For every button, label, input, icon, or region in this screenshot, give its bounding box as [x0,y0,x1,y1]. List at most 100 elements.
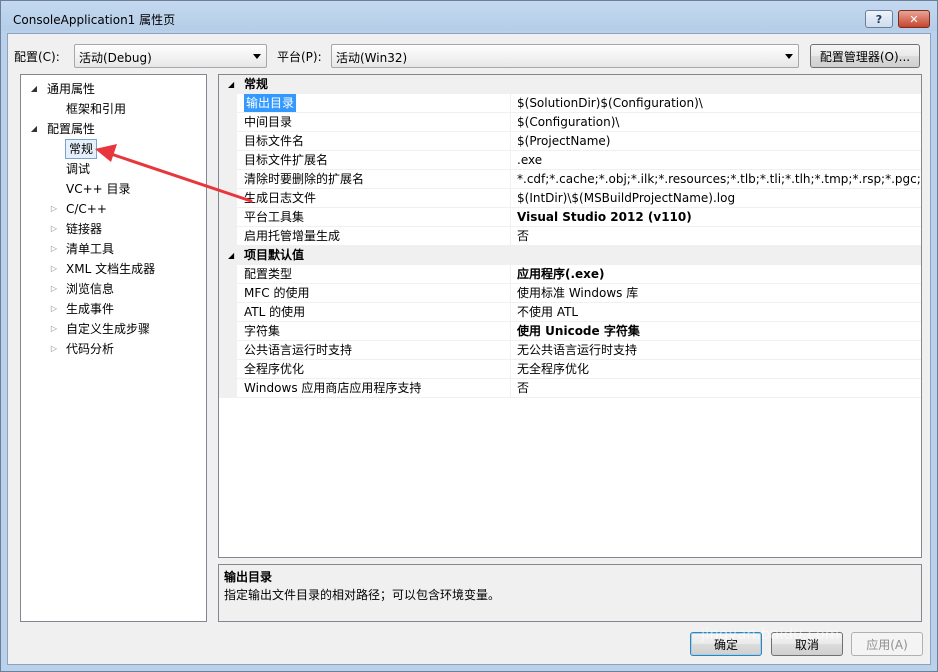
property-value[interactable]: 无全程序优化 [510,360,921,379]
tree-item-label: 调试 [66,162,91,176]
property-name: 全程序优化 [244,362,305,376]
collapse-arrow-icon[interactable]: ◢ [228,75,234,94]
collapse-arrow-icon[interactable]: ◢ [29,80,39,98]
property-row[interactable]: MFC 的使用 使用标准 Windows 库 [219,284,921,303]
apply-button[interactable]: 应用(A) [851,632,923,656]
close-button[interactable]: ✕ [898,10,930,28]
description-panel: 输出目录 指定输出文件目录的相对路径；可以包含环境变量。 [218,564,922,622]
property-name: ATL 的使用 [244,305,306,319]
property-row[interactable]: 平台工具集 Visual Studio 2012 (v110) [219,208,921,227]
row-gutter [219,113,237,132]
property-value[interactable]: 无公共语言运行时支持 [510,341,921,360]
properties-dialog: ConsoleApplication1 属性页 ? ✕ 配置(C): 活动(De… [0,0,938,672]
property-name: 配置类型 [244,267,293,281]
cancel-button[interactable]: 取消 [771,632,843,656]
property-grid[interactable]: ◢ 常规 输出目录 $(SolutionDir)$(Configuration)\ 中间… [218,74,922,558]
property-name: 平台工具集 [244,210,305,224]
expand-arrow-icon[interactable]: ▷ [49,300,59,318]
tree-item-label: 自定义生成步骤 [66,322,151,336]
property-value[interactable]: $(ProjectName) [510,132,921,151]
grid-category-title: 项目默认值 [244,248,305,262]
property-row[interactable]: 字符集 使用 Unicode 字符集 [219,322,921,341]
property-row[interactable]: 目标文件扩展名 .exe [219,151,921,170]
ok-button[interactable]: 确定 [690,632,762,656]
property-value[interactable]: $(Configuration)\ [510,113,921,132]
row-gutter [219,227,237,246]
property-value[interactable]: 使用标准 Windows 库 [510,284,921,303]
tree-item-label: 清单工具 [66,242,115,256]
property-row[interactable]: 全程序优化 无全程序优化 [219,360,921,379]
property-value[interactable]: $(IntDir)\$(MSBuildProjectName).log [510,189,921,208]
property-value[interactable]: 使用 Unicode 字符集 [510,322,921,341]
config-select-value: 活动(Debug) [79,51,152,65]
config-label: 配置(C): [14,50,60,64]
property-row[interactable]: 中间目录 $(Configuration)\ [219,113,921,132]
property-row[interactable]: 输出目录 $(SolutionDir)$(Configuration)\ [219,94,921,113]
expand-arrow-icon[interactable]: ▷ [49,200,59,218]
property-value[interactable]: Visual Studio 2012 (v110) [510,208,921,227]
row-gutter [219,265,237,284]
title-bar[interactable]: ConsoleApplication1 属性页 ? ✕ [1,1,937,33]
property-row[interactable]: 配置类型 应用程序(.exe) [219,265,921,284]
property-row[interactable]: 启用托管增量生成 否 [219,227,921,246]
row-gutter [219,322,237,341]
platform-select[interactable]: 活动(Win32) [331,44,799,68]
property-value[interactable]: $(SolutionDir)$(Configuration)\ [510,94,921,113]
expand-arrow-icon[interactable]: ▷ [49,260,59,278]
expand-arrow-icon[interactable]: ▷ [49,340,59,358]
row-gutter [219,341,237,360]
property-value[interactable]: 应用程序(.exe) [510,265,921,284]
row-gutter [219,189,237,208]
property-name: 中间目录 [244,115,293,129]
property-value[interactable]: *.cdf;*.cache;*.obj;*.ilk;*.resources;*.… [510,170,921,189]
collapse-arrow-icon[interactable]: ◢ [29,120,39,138]
property-name: 公共语言运行时支持 [244,343,353,357]
window-title: ConsoleApplication1 属性页 [13,13,176,27]
property-value[interactable]: 不使用 ATL [510,303,921,322]
property-row[interactable]: ATL 的使用 不使用 ATL [219,303,921,322]
tree-item-label: C/C++ [66,202,107,216]
tree-item-label: 链接器 [66,222,103,236]
help-button[interactable]: ? [865,10,893,28]
property-name: 目标文件名 [244,134,305,148]
property-row[interactable]: 清除时要删除的扩展名 *.cdf;*.cache;*.obj;*.ilk;*.re… [219,170,921,189]
description-title: 输出目录 [224,570,273,584]
expand-arrow-icon[interactable]: ▷ [49,320,59,338]
config-manager-button[interactable]: 配置管理器(O)... [810,44,920,68]
row-gutter [219,360,237,379]
description-text: 指定输出文件目录的相对路径；可以包含环境变量。 [224,588,501,602]
platform-select-value: 活动(Win32) [336,51,408,65]
property-row[interactable]: 公共语言运行时支持 无公共语言运行时支持 [219,341,921,360]
property-name: 输出目录 [244,94,297,112]
row-gutter [219,132,237,151]
dialog-client-area: 配置(C): 活动(Debug) 平台(P): 活动(Win32) 配置管理器(… [7,33,931,665]
property-name: Windows 应用商店应用程序支持 [244,381,422,395]
tree-item-label: VC++ 目录 [66,182,131,196]
row-gutter [219,170,237,189]
property-value[interactable]: 否 [510,227,921,246]
grid-category[interactable]: ◢ 项目默认值 [219,246,921,265]
expand-arrow-icon[interactable]: ▷ [49,220,59,238]
grid-category[interactable]: ◢ 常规 [219,75,921,94]
grid-category-title: 常规 [244,77,269,91]
property-value[interactable]: 否 [510,379,921,398]
row-gutter [219,379,237,398]
property-row[interactable]: Windows 应用商店应用程序支持 否 [219,379,921,398]
property-name: 字符集 [244,324,281,338]
chevron-down-icon [253,54,261,59]
property-tree[interactable]: ◢ 通用属性 框架和引用 ◢ 配置属性 常规 调试 VC++ 目录 ▷ C/C++ ▷ 链接器 ▷ 清单工… [20,74,207,622]
property-name: MFC 的使用 [244,286,310,300]
tree-item-label: 通用属性 [47,82,96,96]
property-row[interactable]: 生成日志文件 $(IntDir)\$(MSBuildProjectName).lo… [219,189,921,208]
property-name: 清除时要删除的扩展名 [244,172,365,186]
row-gutter [219,151,237,170]
expand-arrow-icon[interactable]: ▷ [49,280,59,298]
chevron-down-icon [785,54,793,59]
collapse-arrow-icon[interactable]: ◢ [228,246,234,265]
property-row[interactable]: 目标文件名 $(ProjectName) [219,132,921,151]
expand-arrow-icon[interactable]: ▷ [49,240,59,258]
config-select[interactable]: 活动(Debug) [74,44,267,68]
row-gutter [219,284,237,303]
property-value[interactable]: .exe [510,151,921,170]
property-name: 启用托管增量生成 [244,229,341,243]
